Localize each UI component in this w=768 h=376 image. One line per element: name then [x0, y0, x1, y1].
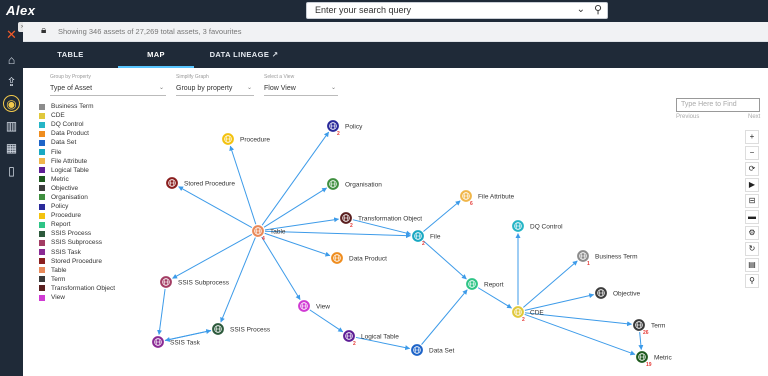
- graph-edge: [263, 232, 331, 257]
- graph-node-stored[interactable]: Stored Procedure: [164, 175, 236, 191]
- node-label: Business Term: [595, 254, 638, 261]
- node-label: Data Product: [349, 256, 387, 263]
- node-count-badge: 2: [337, 131, 340, 137]
- graph-edge: [309, 309, 344, 333]
- graph-node-view[interactable]: View: [296, 298, 331, 314]
- graph-edge: [157, 288, 166, 336]
- graph-edge: [178, 186, 253, 229]
- node-label: Procedure: [240, 137, 270, 144]
- node-label: Stored Procedure: [184, 181, 235, 188]
- node-label: View: [316, 304, 330, 311]
- network-graph[interactable]: Procedure Policy 2 Stored Procedure Organisa…: [0, 0, 768, 376]
- graph-node-report[interactable]: Report: [464, 276, 504, 292]
- graph-node-dataset[interactable]: Data Set: [409, 342, 455, 358]
- node-label: SSIS Task: [170, 340, 201, 347]
- node-label: Policy: [345, 124, 363, 131]
- node-count-badge: 2: [422, 241, 425, 247]
- node-count-badge: 2: [350, 223, 353, 229]
- node-count-badge: 19: [646, 362, 652, 368]
- node-label: Table: [270, 229, 286, 236]
- graph-edge: [422, 239, 467, 280]
- node-count-badge: 2: [353, 341, 356, 347]
- graph-edge: [638, 331, 644, 351]
- graph-node-policy[interactable]: Policy 2: [325, 118, 364, 138]
- node-label: SSIS Subprocess: [178, 280, 230, 287]
- graph-node-organisation[interactable]: Organisation: [325, 176, 383, 192]
- graph-edge: [422, 200, 461, 233]
- node-label: File: [430, 234, 441, 241]
- node-label: SSIS Process: [230, 327, 271, 334]
- node-label: Term: [651, 323, 665, 330]
- node-label: DQ Control: [530, 224, 563, 231]
- node-count-badge: 4: [262, 236, 265, 242]
- graph-edge: [172, 233, 253, 279]
- graph-edge: [523, 313, 636, 356]
- graph-node-cde[interactable]: CDE 2: [510, 304, 545, 324]
- graph-node-term[interactable]: Term26: [631, 317, 666, 337]
- graph-edge: [263, 187, 328, 228]
- graph-edge: [261, 131, 330, 227]
- graph-node-dataproduct[interactable]: Data Product: [329, 250, 388, 266]
- graph-node-file[interactable]: File 2: [410, 228, 441, 248]
- graph-node-objective[interactable]: Objective: [593, 285, 641, 301]
- node-label: Logical Table: [361, 334, 399, 341]
- graph-node-table[interactable]: Table 4: [250, 223, 286, 243]
- graph-edge: [260, 236, 301, 301]
- graph-node-metric[interactable]: Metric19: [634, 349, 673, 369]
- graph-node-fileattr[interactable]: File Attribute 6: [458, 188, 515, 208]
- graph-node-businessterm[interactable]: Business Term 1: [575, 248, 638, 268]
- node-count-badge: 26: [643, 330, 649, 336]
- graph-edge: [264, 230, 412, 239]
- node-label: Objective: [613, 291, 640, 298]
- node-count-badge: 1: [587, 261, 590, 267]
- graph-node-procedure[interactable]: Procedure: [220, 131, 271, 147]
- node-count-badge: 2: [522, 317, 525, 323]
- node-label: Organisation: [345, 182, 382, 189]
- node-label: Data Set: [429, 348, 454, 355]
- node-label: Report: [484, 282, 504, 289]
- node-label: File Attribute: [478, 194, 515, 201]
- graph-edges: [157, 131, 644, 356]
- graph-edge: [477, 286, 513, 309]
- graph-node-ssissub[interactable]: SSIS Subprocess: [158, 274, 230, 290]
- graph-edge: [420, 289, 468, 346]
- node-label: Transformation Object: [358, 216, 422, 223]
- node-label: CDE: [530, 310, 544, 317]
- graph-node-ssistask[interactable]: SSIS Task: [150, 334, 201, 350]
- graph-nodes: Procedure Policy 2 Stored Procedure Organisa…: [150, 118, 673, 369]
- node-label: Metric: [654, 355, 672, 362]
- graph-node-dqcontrol[interactable]: DQ Control: [510, 218, 564, 234]
- node-count-badge: 6: [470, 201, 473, 207]
- graph-node-ssisprocess[interactable]: SSIS Process: [210, 321, 271, 337]
